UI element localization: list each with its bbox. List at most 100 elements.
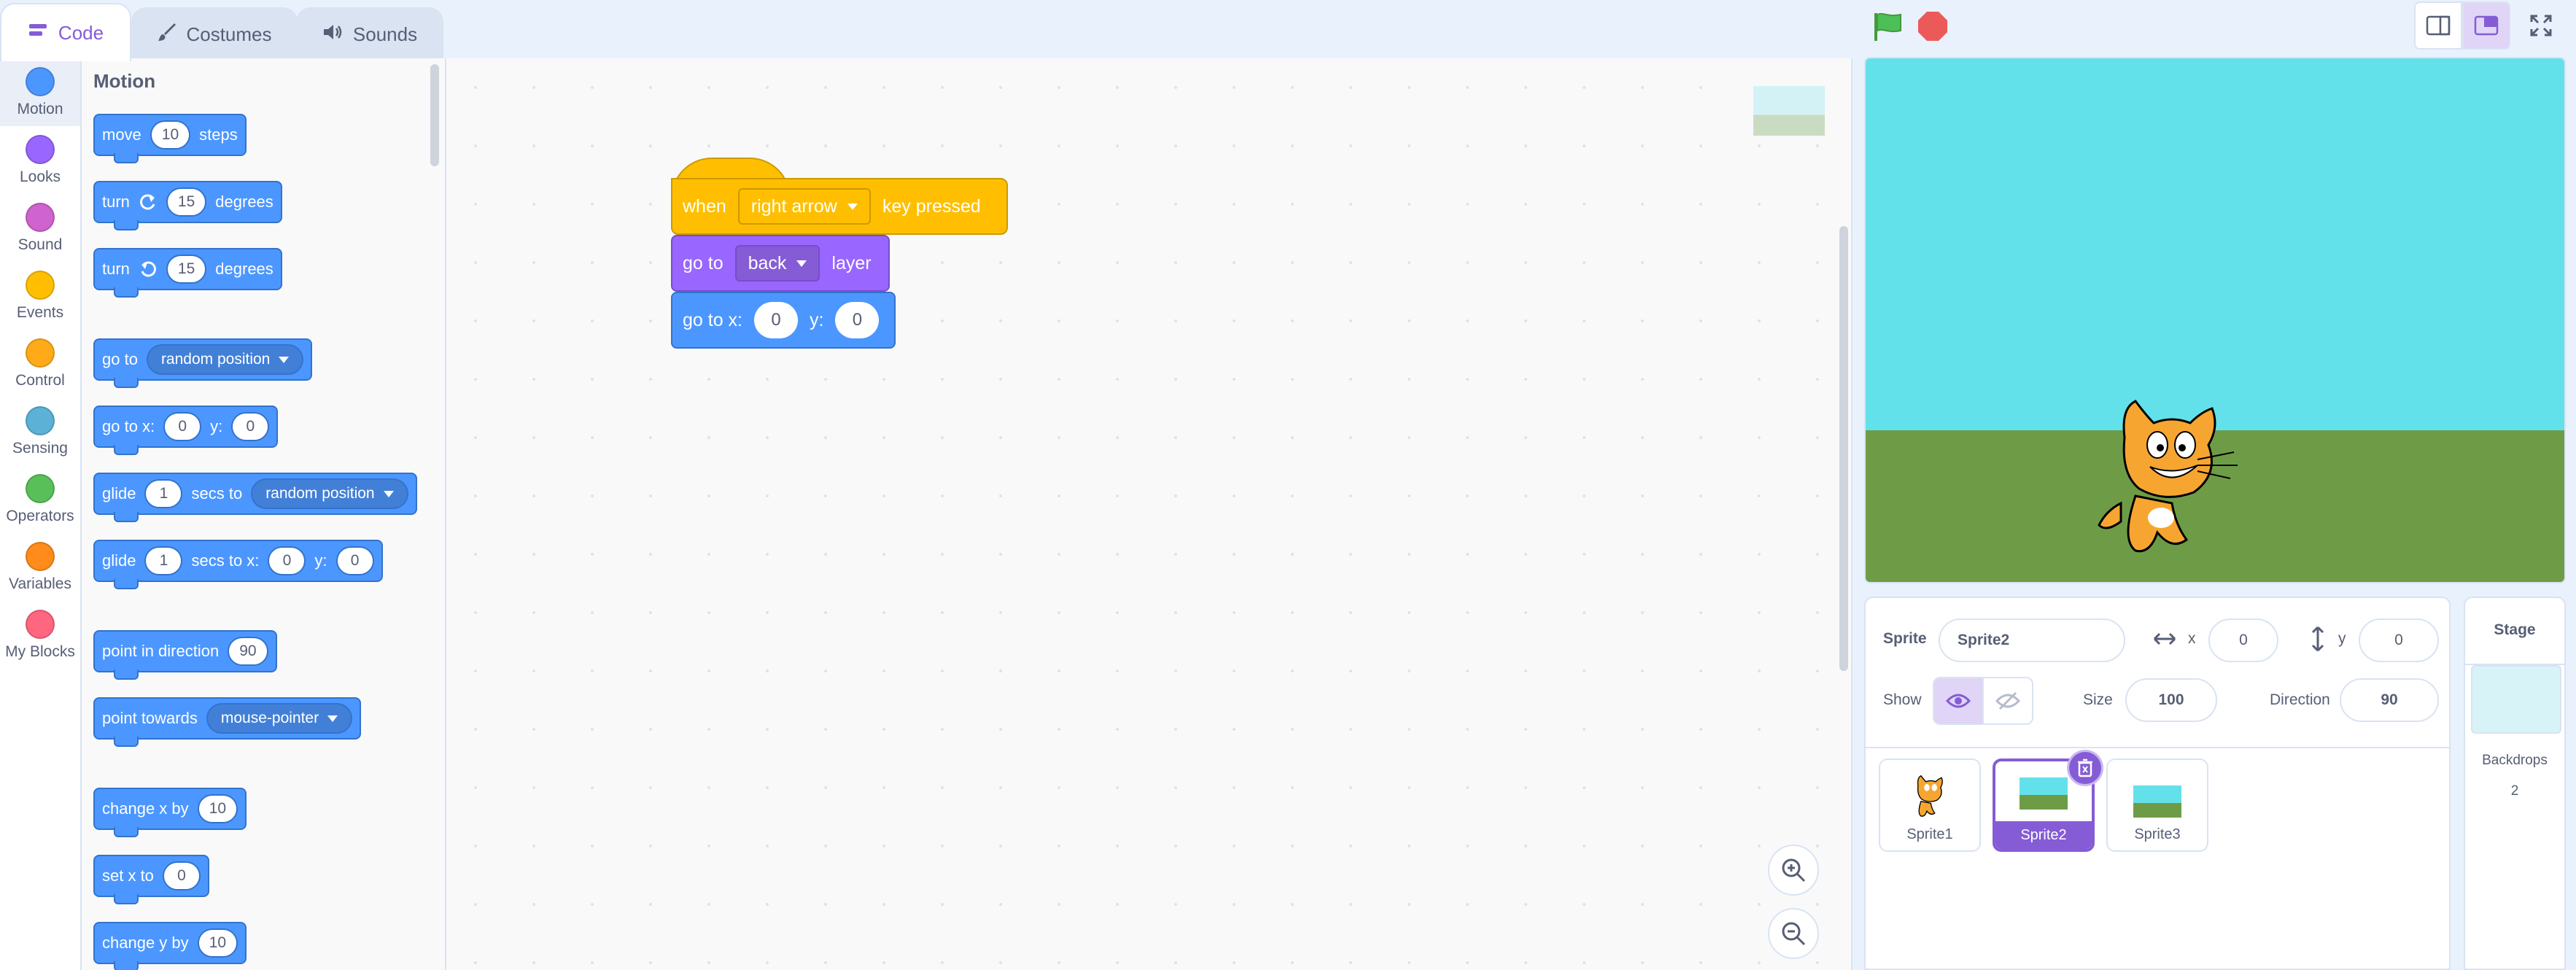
category-my-blocks[interactable]: My Blocks — [0, 601, 80, 669]
category-control[interactable]: Control — [0, 330, 80, 397]
category-motion[interactable]: Motion — [0, 58, 80, 126]
block-text: go to — [683, 252, 723, 273]
category-operators[interactable]: Operators — [0, 465, 80, 533]
sprite-tile-sprite3[interactable]: Sprite3 — [2106, 758, 2208, 852]
category-label: Events — [16, 303, 64, 321]
degrees-input[interactable]: 15 — [166, 187, 207, 217]
dy-input[interactable]: 10 — [197, 928, 238, 958]
sprite-tile-sprite1[interactable]: Sprite1 — [1879, 758, 1981, 852]
block-text: point towards — [102, 709, 198, 727]
stage-selector-title: Stage — [2494, 621, 2536, 638]
when-key-pressed-block[interactable]: when right arrow key pressed — [671, 178, 1008, 235]
point-towards-block[interactable]: point towards mouse-pointer — [93, 697, 362, 747]
brush-icon — [157, 22, 177, 47]
zoom-in-button[interactable] — [1768, 845, 1819, 896]
block-text: y: — [314, 551, 327, 570]
script-scrollbar[interactable] — [1839, 226, 1848, 671]
fullscreen-button[interactable] — [2516, 1, 2566, 50]
set-x-block[interactable]: set x to 0 — [93, 855, 209, 904]
goto-block[interactable]: go to random position — [93, 338, 313, 388]
tab-code[interactable]: Code — [0, 3, 131, 61]
dropdown-arrow-icon — [279, 356, 290, 363]
goto-xy-block[interactable]: go to x: 0 y: 0 — [93, 406, 279, 455]
direction-input[interactable]: 90 — [228, 637, 268, 666]
stop-icon[interactable] — [1918, 12, 1947, 41]
turn-left-block[interactable]: turn 15 degrees — [93, 248, 282, 298]
x-input[interactable]: 0 — [163, 412, 202, 441]
key-dropdown[interactable]: right arrow — [737, 188, 871, 225]
category-events[interactable]: Events — [0, 262, 80, 330]
palette-title: Motion — [93, 70, 156, 92]
y-input[interactable]: 0 — [335, 546, 374, 575]
x-input[interactable]: 0 — [268, 546, 306, 575]
green-flag-icon[interactable] — [1871, 10, 1904, 42]
secs-input[interactable]: 1 — [144, 546, 183, 575]
move-steps-block[interactable]: move 10 steps — [93, 114, 247, 163]
dx-input[interactable]: 10 — [197, 794, 238, 823]
tab-costumes[interactable]: Costumes — [131, 7, 298, 60]
category-looks[interactable]: Looks — [0, 126, 80, 194]
script-area[interactable] — [446, 58, 1853, 970]
change-x-block[interactable]: change x by 10 — [93, 788, 247, 837]
category-label: My Blocks — [5, 643, 75, 660]
sprite-name-label: Sprite — [1883, 630, 1927, 647]
category-label: Variables — [9, 575, 71, 592]
glide-target-dropdown[interactable]: random position — [251, 478, 408, 509]
block-text: go to x: — [683, 309, 742, 330]
backdrop-thumbnail — [2471, 665, 2561, 734]
stage-canvas[interactable] — [1864, 57, 2566, 583]
steps-input[interactable]: 10 — [150, 120, 191, 150]
delete-sprite-button[interactable] — [2067, 750, 2103, 786]
block-text: change x by — [102, 799, 189, 818]
y-label: y — [2338, 630, 2346, 647]
x-input[interactable]: 0 — [162, 861, 201, 891]
y-position-input[interactable]: 0 — [2359, 618, 2439, 662]
direction-input[interactable]: 90 — [2340, 678, 2439, 722]
category-variables[interactable]: Variables — [0, 533, 80, 601]
towards-target-dropdown[interactable]: mouse-pointer — [206, 703, 353, 734]
category-sound[interactable]: Sound — [0, 194, 80, 262]
glide-xy-block[interactable]: glide 1 secs to x: 0 y: 0 — [93, 540, 383, 589]
palette-scrollbar[interactable] — [430, 64, 439, 166]
show-hidden-button[interactable] — [1982, 677, 2033, 725]
category-label: Operators — [6, 507, 74, 524]
block-text: go to x: — [102, 417, 155, 435]
dropdown-arrow-icon — [796, 260, 807, 267]
operators-dot-icon — [26, 473, 55, 503]
tab-sounds-label: Sounds — [352, 23, 418, 45]
go-to-layer-block[interactable]: go to back layer — [671, 235, 890, 292]
goto-target-dropdown[interactable]: random position — [146, 344, 304, 375]
dropdown-value: random position — [265, 485, 375, 502]
change-y-block[interactable]: change y by 10 — [93, 922, 247, 970]
degrees-input[interactable]: 15 — [166, 255, 207, 284]
script-goto-xy-block[interactable]: go to x: 0 y: 0 — [671, 292, 896, 349]
sprite-tile-sprite2[interactable]: Sprite2 — [1993, 750, 2103, 852]
stage-selector[interactable]: Stage Backdrops 2 — [2464, 597, 2566, 970]
small-stage-button[interactable] — [2414, 1, 2462, 50]
large-stage-icon — [2474, 15, 2499, 36]
layer-dropdown[interactable]: back — [734, 245, 820, 282]
rotate-left-icon — [141, 261, 156, 277]
x-position-input[interactable]: 0 — [2208, 618, 2278, 662]
glide-to-block[interactable]: glide 1 secs to random position — [93, 473, 417, 522]
backdrops-label: Backdrops — [2482, 753, 2548, 768]
block-text: y: — [210, 417, 223, 435]
category-sensing[interactable]: Sensing — [0, 397, 80, 465]
x-input[interactable]: 0 — [754, 302, 798, 338]
dropdown-value: back — [748, 252, 787, 273]
y-input[interactable]: 0 — [835, 302, 880, 338]
turn-right-block[interactable]: turn 15 degrees — [93, 181, 282, 230]
point-direction-block[interactable]: point in direction 90 — [93, 630, 277, 680]
secs-input[interactable]: 1 — [144, 479, 183, 508]
sprite-name-input[interactable]: Sprite2 — [1939, 618, 2125, 662]
category-menu: Motion Looks Sound Events Control Sensin… — [0, 58, 82, 970]
tab-sounds[interactable]: Sounds — [296, 7, 443, 60]
large-stage-button[interactable] — [2462, 1, 2510, 50]
block-text: key pressed — [882, 195, 981, 217]
show-visible-button[interactable] — [1933, 677, 1984, 725]
zoom-out-button[interactable] — [1768, 908, 1819, 959]
fullscreen-icon — [2530, 15, 2552, 36]
size-input[interactable]: 100 — [2125, 678, 2217, 722]
y-input[interactable]: 0 — [231, 412, 270, 441]
cat-sprite-icon[interactable] — [2092, 394, 2245, 562]
